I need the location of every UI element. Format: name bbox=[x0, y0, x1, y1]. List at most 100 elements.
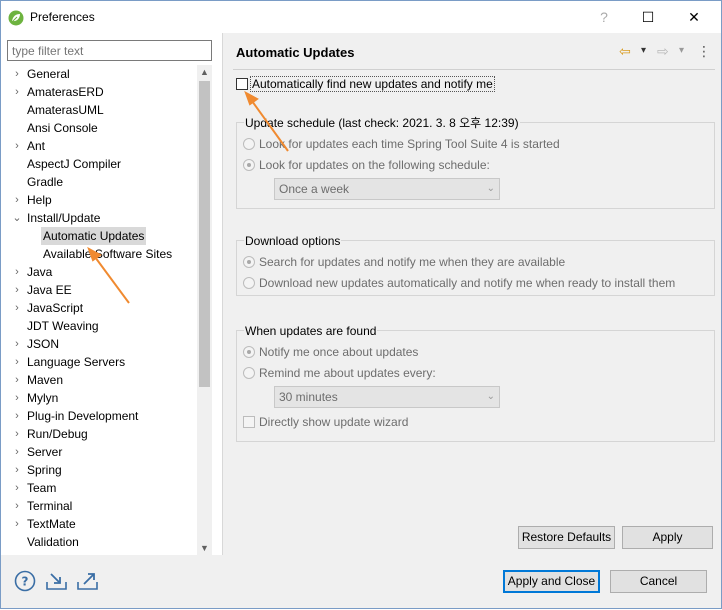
chevron-right-icon[interactable]: › bbox=[11, 65, 23, 83]
tree-item[interactable]: › General bbox=[7, 65, 197, 83]
tree-item[interactable]: › Spring bbox=[7, 461, 197, 479]
remind-radio[interactable] bbox=[243, 366, 255, 379]
forward-arrow-icon[interactable]: ⇨ bbox=[657, 41, 669, 61]
chevron-down-icon[interactable]: ⌄ bbox=[11, 209, 23, 227]
scrollbar-thumb[interactable] bbox=[199, 81, 210, 387]
remind-interval-select[interactable]: 30 minutes ⌄ bbox=[274, 386, 500, 408]
tree-item[interactable]: › Run/Debug bbox=[7, 425, 197, 443]
tree-item[interactable]: › Java EE bbox=[7, 281, 197, 299]
chevron-right-icon[interactable]: › bbox=[11, 371, 23, 389]
tree-item[interactable]: › TextMate bbox=[7, 515, 197, 533]
tree-item[interactable]: › Plug-in Development bbox=[7, 407, 197, 425]
show-wizard-checkbox[interactable] bbox=[243, 415, 255, 428]
auto-find-row[interactable]: Automatically find new updates and notif… bbox=[236, 74, 495, 92]
spring-leaf-icon bbox=[8, 10, 24, 26]
close-button[interactable]: ✕ bbox=[679, 5, 709, 29]
title-bar: Preferences ? ☐ ✕ bbox=[1, 1, 721, 33]
chevron-right-icon[interactable]: › bbox=[11, 335, 23, 353]
tree-item-label: Mylyn bbox=[27, 391, 59, 405]
tree-item[interactable]: › JSON bbox=[7, 335, 197, 353]
preference-tree-panel: › General › AmaterasERD AmaterasUML Ansi Cons… bbox=[1, 33, 222, 555]
notify-once-radio[interactable] bbox=[243, 345, 255, 358]
tree-item[interactable]: › Java bbox=[7, 263, 197, 281]
tree-item[interactable]: Validation bbox=[7, 533, 197, 551]
tree-item[interactable]: › JavaScript bbox=[7, 299, 197, 317]
help-icon[interactable]: ? bbox=[14, 570, 38, 592]
chevron-right-icon[interactable]: › bbox=[11, 281, 23, 299]
chevron-right-icon[interactable]: › bbox=[11, 353, 23, 371]
auto-find-label[interactable]: Automatically find new updates and notif… bbox=[250, 75, 495, 92]
download-auto-radio[interactable] bbox=[243, 276, 255, 289]
download-search-radio[interactable] bbox=[243, 255, 255, 268]
schedule-interval-radio[interactable] bbox=[243, 158, 255, 171]
tree-item-label: JavaScript bbox=[27, 301, 84, 315]
filter-input[interactable] bbox=[7, 40, 212, 61]
tree-item[interactable]: › Server bbox=[7, 443, 197, 461]
back-arrow-icon[interactable]: ⇦ bbox=[619, 41, 631, 61]
tree-item[interactable]: › Maven bbox=[7, 371, 197, 389]
tree-item[interactable]: › Help bbox=[7, 191, 197, 209]
maximize-button[interactable]: ☐ bbox=[633, 5, 663, 29]
tree-item[interactable]: › Language Servers bbox=[7, 353, 197, 371]
dialog-button-bar: ? Apply and Close Cancel bbox=[1, 555, 721, 608]
title-separator bbox=[233, 69, 715, 70]
tree-item-label: Java bbox=[27, 265, 53, 279]
tree-item-label: Automatic Updates bbox=[41, 227, 147, 245]
chevron-right-icon[interactable]: › bbox=[11, 515, 23, 533]
back-menu-icon[interactable]: ▾ bbox=[641, 41, 646, 61]
remind-option[interactable]: Remind me about updates every: bbox=[243, 363, 436, 381]
download-auto-option[interactable]: Download new updates automatically and n… bbox=[243, 273, 675, 291]
tree-item[interactable]: AmaterasUML bbox=[7, 101, 197, 119]
chevron-right-icon[interactable]: › bbox=[11, 479, 23, 497]
updates-found-title: When updates are found bbox=[244, 323, 378, 339]
tree-item[interactable]: › Team bbox=[7, 479, 197, 497]
chevron-right-icon[interactable]: › bbox=[11, 443, 23, 461]
tree-item[interactable]: › Mylyn bbox=[7, 389, 197, 407]
import-icon[interactable] bbox=[45, 570, 69, 592]
tree-item[interactable]: JDT Weaving bbox=[7, 317, 197, 335]
chevron-right-icon[interactable]: › bbox=[11, 299, 23, 317]
schedule-startup-option[interactable]: Look for updates each time Spring Tool S… bbox=[243, 134, 560, 152]
tree-item[interactable]: › Ant bbox=[7, 137, 197, 155]
tree-item-label: TextMate bbox=[27, 517, 76, 531]
chevron-right-icon[interactable]: › bbox=[11, 407, 23, 425]
tree-item[interactable]: ⌄ Install/Update bbox=[7, 209, 197, 227]
chevron-right-icon[interactable]: › bbox=[11, 83, 23, 101]
minimize-button[interactable] bbox=[589, 5, 619, 29]
preferences-window: Preferences ? ☐ ✕ › General › AmaterasERD Am… bbox=[0, 0, 722, 609]
chevron-right-icon[interactable]: › bbox=[11, 497, 23, 515]
tree-item[interactable]: › Terminal bbox=[7, 497, 197, 515]
cancel-button[interactable]: Cancel bbox=[610, 570, 707, 593]
chevron-right-icon[interactable]: › bbox=[11, 425, 23, 443]
tree-item[interactable]: Gradle bbox=[7, 173, 197, 191]
auto-find-checkbox[interactable] bbox=[236, 77, 248, 90]
scroll-down-icon[interactable]: ▼ bbox=[197, 541, 212, 555]
tree-item-label: Terminal bbox=[27, 499, 73, 513]
tree-item[interactable]: Automatic Updates bbox=[7, 227, 197, 245]
tree-scrollbar[interactable]: ▲ ▼ bbox=[197, 65, 212, 555]
chevron-right-icon[interactable]: › bbox=[11, 389, 23, 407]
tree-item[interactable]: Ansi Console bbox=[7, 119, 197, 137]
tree-item[interactable]: › AmaterasERD bbox=[7, 83, 197, 101]
export-icon[interactable] bbox=[76, 570, 100, 592]
chevron-right-icon[interactable]: › bbox=[11, 263, 23, 281]
scroll-up-icon[interactable]: ▲ bbox=[197, 65, 212, 79]
apply-button[interactable]: Apply bbox=[622, 526, 713, 549]
notify-once-option[interactable]: Notify me once about updates bbox=[243, 342, 418, 360]
chevron-down-icon: ⌄ bbox=[486, 183, 495, 194]
schedule-startup-radio[interactable] bbox=[243, 137, 255, 150]
schedule-interval-select[interactable]: Once a week ⌄ bbox=[274, 178, 500, 200]
chevron-right-icon[interactable]: › bbox=[11, 137, 23, 155]
chevron-right-icon[interactable]: › bbox=[11, 461, 23, 479]
schedule-interval-option[interactable]: Look for updates on the following schedu… bbox=[243, 155, 490, 173]
tree-item[interactable]: Available Software Sites bbox=[7, 245, 197, 263]
download-search-option[interactable]: Search for updates and notify me when th… bbox=[243, 252, 565, 270]
forward-menu-icon[interactable]: ▾ bbox=[679, 41, 684, 61]
apply-and-close-button[interactable]: Apply and Close bbox=[503, 570, 600, 593]
view-menu-icon[interactable]: ⋮ bbox=[697, 41, 711, 61]
chevron-right-icon[interactable]: › bbox=[11, 191, 23, 209]
tree-item-label: Spring bbox=[27, 463, 62, 477]
show-wizard-option[interactable]: Directly show update wizard bbox=[243, 412, 408, 430]
tree-item[interactable]: AspectJ Compiler bbox=[7, 155, 197, 173]
restore-defaults-button[interactable]: Restore Defaults bbox=[518, 526, 615, 549]
